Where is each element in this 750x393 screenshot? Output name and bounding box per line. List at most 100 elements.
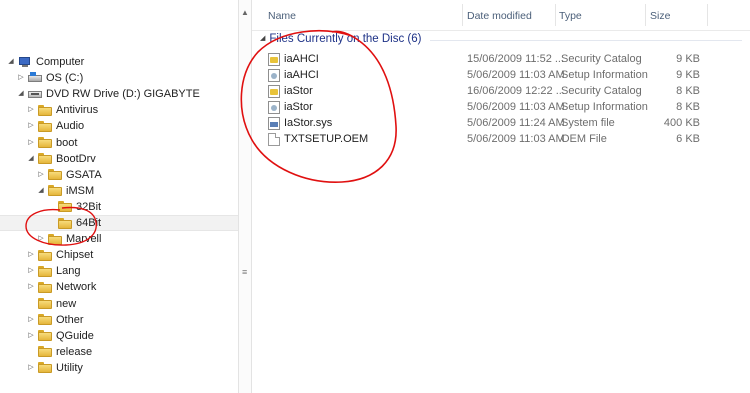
nav-item-label: Audio xyxy=(56,120,85,133)
file-name: iaAHCI xyxy=(284,69,319,81)
nav-item-label: DVD RW Drive (D:) GIGABYTE xyxy=(46,88,200,101)
group-header[interactable]: ◢ Files Currently on the Disc (6) xyxy=(260,31,422,47)
nav-item-other[interactable]: ▷ Other xyxy=(0,312,83,328)
scroll-up-icon[interactable]: ▲ xyxy=(241,8,249,17)
nav-item-bootdrv[interactable]: ◢ BootDrv xyxy=(0,151,95,167)
oem-file-icon xyxy=(268,133,280,146)
expand-arrow-icon[interactable]: ▷ xyxy=(26,328,36,344)
folder-icon xyxy=(38,120,52,132)
expand-arrow-icon[interactable]: ▷ xyxy=(26,102,36,118)
column-divider[interactable] xyxy=(555,4,556,26)
folder-icon xyxy=(38,298,52,310)
column-header: Name Date modified Type Size xyxy=(252,0,750,31)
nav-item-label: QGuide xyxy=(56,329,94,342)
nav-item-network[interactable]: ▷ Network xyxy=(0,279,96,295)
nav-item-32bit[interactable]: 32Bit xyxy=(0,199,101,215)
nav-item-dvd-rw-drive-d-gigabyte[interactable]: ◢ DVD RW Drive (D:) GIGABYTE xyxy=(0,86,200,102)
collapse-arrow-icon[interactable]: ◢ xyxy=(6,54,16,70)
file-name: IaStor.sys xyxy=(284,117,333,129)
nav-item-os-c[interactable]: ▷ OS (C:) xyxy=(0,70,83,86)
nav-item-boot[interactable]: ▷ boot xyxy=(0,135,77,151)
expand-arrow-icon[interactable]: ▷ xyxy=(26,135,36,151)
collapse-arrow-icon[interactable]: ◢ xyxy=(16,86,26,102)
nav-item-antivirus[interactable]: ▷ Antivirus xyxy=(0,102,98,118)
setup-information-icon xyxy=(268,101,280,114)
file-date-modified: 15/06/2009 11:52 ... xyxy=(467,53,565,65)
computer-icon xyxy=(18,56,32,68)
system-file-icon xyxy=(268,117,280,130)
file-date-modified: 5/06/2009 11:24 AM xyxy=(467,117,565,129)
folder-icon xyxy=(38,330,52,342)
expand-arrow-icon[interactable]: ▷ xyxy=(26,247,36,263)
folder-icon xyxy=(48,185,62,197)
folder-icon xyxy=(38,104,52,116)
nav-item-lang[interactable]: ▷ Lang xyxy=(0,263,80,279)
nav-item-computer[interactable]: ◢ Computer xyxy=(0,54,84,70)
nav-item-label: Utility xyxy=(56,361,83,374)
splitter-grip-icon[interactable]: ≡ xyxy=(242,268,247,277)
collapse-arrow-icon[interactable]: ◢ xyxy=(26,151,36,167)
folder-icon xyxy=(48,233,62,245)
file-name: iaStor xyxy=(284,85,313,97)
security-catalog-icon xyxy=(268,85,280,98)
file-size: 6 KB xyxy=(676,133,700,145)
column-date-modified[interactable]: Date modified xyxy=(467,10,532,22)
security-catalog-icon xyxy=(268,53,280,66)
folder-icon xyxy=(48,169,62,181)
nav-item-release[interactable]: release xyxy=(0,344,92,360)
expand-arrow-icon[interactable]: ▷ xyxy=(26,312,36,328)
column-divider[interactable] xyxy=(462,4,463,26)
file-size: 9 KB xyxy=(676,69,700,81)
column-size[interactable]: Size xyxy=(650,10,670,22)
nav-item-gsata[interactable]: ▷ GSATA xyxy=(0,167,101,183)
nav-item-label: OS (C:) xyxy=(46,72,84,85)
nav-item-label: iMSM xyxy=(66,184,95,197)
nav-item-new[interactable]: new xyxy=(0,296,76,312)
nav-item-utility[interactable]: ▷ Utility xyxy=(0,360,83,376)
file-date-modified: 5/06/2009 11:03 AM xyxy=(467,133,565,145)
file-date-modified: 16/06/2009 12:22 ... xyxy=(467,85,565,97)
nav-item-64bit[interactable]: 64Bit xyxy=(0,215,238,231)
file-name: iaAHCI xyxy=(284,53,319,65)
hard-drive-icon xyxy=(28,72,42,84)
folder-icon xyxy=(38,153,52,165)
column-divider[interactable] xyxy=(707,4,708,26)
file-type: OEM File xyxy=(561,133,607,145)
nav-item-qguide[interactable]: ▷ QGuide xyxy=(0,328,94,344)
nav-item-label: 32Bit xyxy=(76,200,102,213)
column-type[interactable]: Type xyxy=(559,10,582,22)
expand-arrow-icon[interactable]: ▷ xyxy=(16,70,26,86)
pane-splitter[interactable]: ▲ ≡ xyxy=(238,0,252,393)
folder-icon xyxy=(38,281,52,293)
nav-item-label: release xyxy=(56,345,93,358)
dvd-drive-icon xyxy=(28,88,42,100)
nav-item-chipset[interactable]: ▷ Chipset xyxy=(0,247,93,263)
nav-item-label: 64Bit xyxy=(76,217,102,229)
file-type: Security Catalog xyxy=(561,85,642,97)
expand-arrow-icon[interactable]: ▷ xyxy=(26,118,36,134)
nav-item-label: Lang xyxy=(56,265,81,278)
nav-item-imsm[interactable]: ◢ iMSM xyxy=(0,183,94,199)
folder-icon xyxy=(58,217,72,229)
folder-icon xyxy=(38,346,52,358)
column-divider[interactable] xyxy=(645,4,646,26)
file-size: 8 KB xyxy=(676,101,700,113)
nav-item-marvell[interactable]: ▷ Marvell xyxy=(0,231,101,247)
expand-arrow-icon[interactable]: ▷ xyxy=(36,231,46,247)
expand-arrow-icon[interactable]: ▷ xyxy=(26,263,36,279)
expand-arrow-icon[interactable]: ▷ xyxy=(26,279,36,295)
folder-icon xyxy=(38,314,52,326)
nav-item-audio[interactable]: ▷ Audio xyxy=(0,118,84,134)
file-date-modified: 5/06/2009 11:03 AM xyxy=(467,101,565,113)
nav-item-label: boot xyxy=(56,136,78,149)
collapse-group-icon[interactable]: ◢ xyxy=(260,35,265,42)
expand-arrow-icon[interactable]: ▷ xyxy=(36,167,46,183)
collapse-arrow-icon[interactable]: ◢ xyxy=(36,183,46,199)
column-name[interactable]: Name xyxy=(268,10,296,22)
expand-arrow-icon[interactable]: ▷ xyxy=(26,360,36,376)
nav-item-label: new xyxy=(56,297,77,310)
navigation-pane: ◢ Computer ▷ OS (C:) ◢ DVD RW Drive (D:) GIGA… xyxy=(0,0,238,393)
folder-icon xyxy=(38,249,52,261)
group-label: Files Currently on the Disc (6) xyxy=(269,33,422,46)
folder-icon xyxy=(58,201,72,213)
